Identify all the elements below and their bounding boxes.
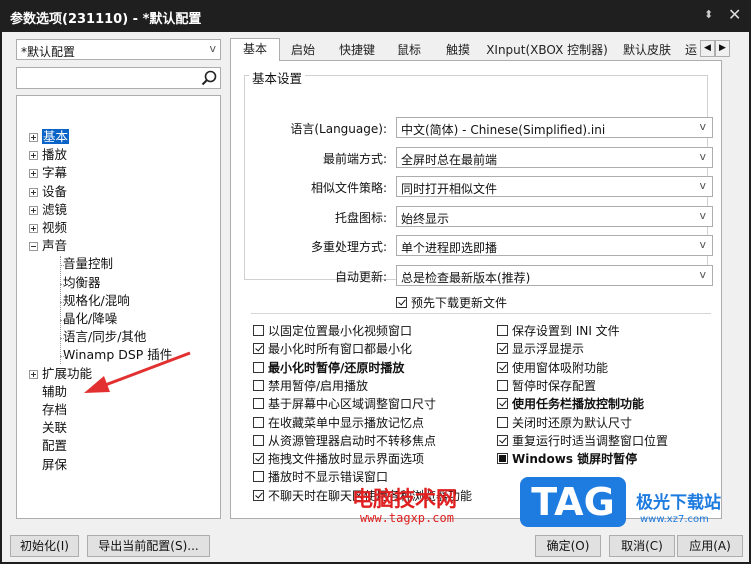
annotation-arrow [84,351,191,393]
tab-0[interactable]: 基本 [230,38,280,61]
